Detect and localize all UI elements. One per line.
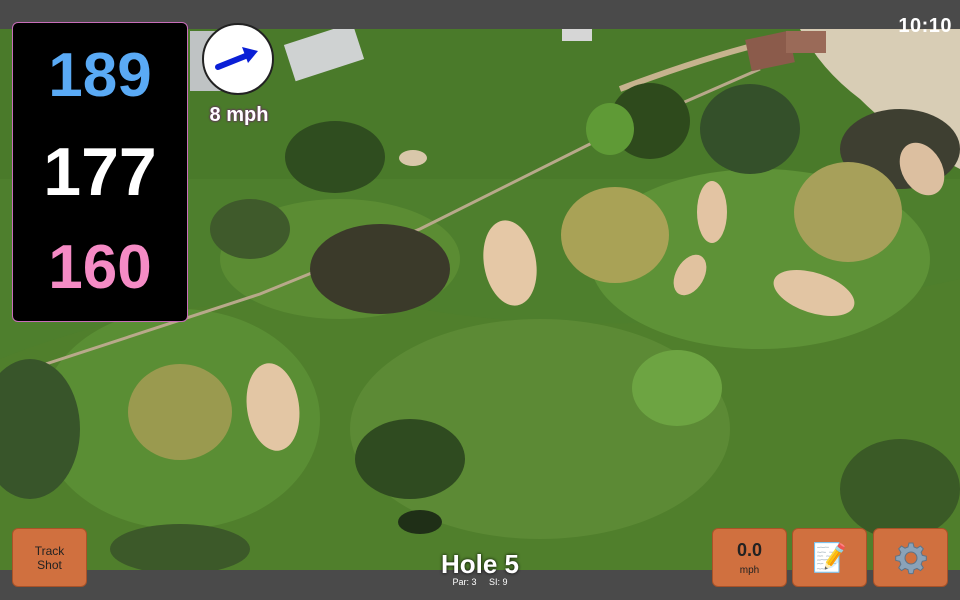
track-shot-label-2: Shot — [37, 557, 62, 572]
distance-panel: 189 177 160 — [12, 22, 188, 322]
hole-info: Hole 5 Par: 3 SI: 9 — [380, 550, 580, 587]
front-yardage: 160 — [48, 233, 152, 303]
notepad-icon: 📝 — [812, 542, 847, 573]
settings-button[interactable] — [873, 528, 948, 587]
shot-speed-button[interactable]: 0.0 mph — [712, 528, 787, 587]
hole-title: Hole 5 — [440, 549, 520, 579]
gear-icon — [894, 542, 927, 574]
status-clock: 10:10 — [898, 15, 952, 37]
shot-speed-value: 0.0 — [736, 539, 763, 560]
notes-button[interactable]: 📝 — [792, 528, 867, 587]
back-yardage: 189 — [48, 40, 152, 110]
middle-yardage: 177 — [43, 133, 157, 210]
track-shot-button[interactable]: Track Shot — [12, 528, 87, 587]
arrow-icon — [215, 47, 258, 70]
hole-par: Par: 3 — [452, 577, 477, 587]
wind-speed: 8 mph — [209, 104, 269, 126]
hole-stroke-index: SI: 9 — [489, 577, 508, 587]
shot-speed-unit: mph — [739, 564, 760, 576]
track-shot-label-1: Track — [34, 543, 65, 558]
hole-meta: Par: 3 SI: 9 — [380, 577, 580, 587]
wind-direction-dial — [202, 23, 274, 95]
